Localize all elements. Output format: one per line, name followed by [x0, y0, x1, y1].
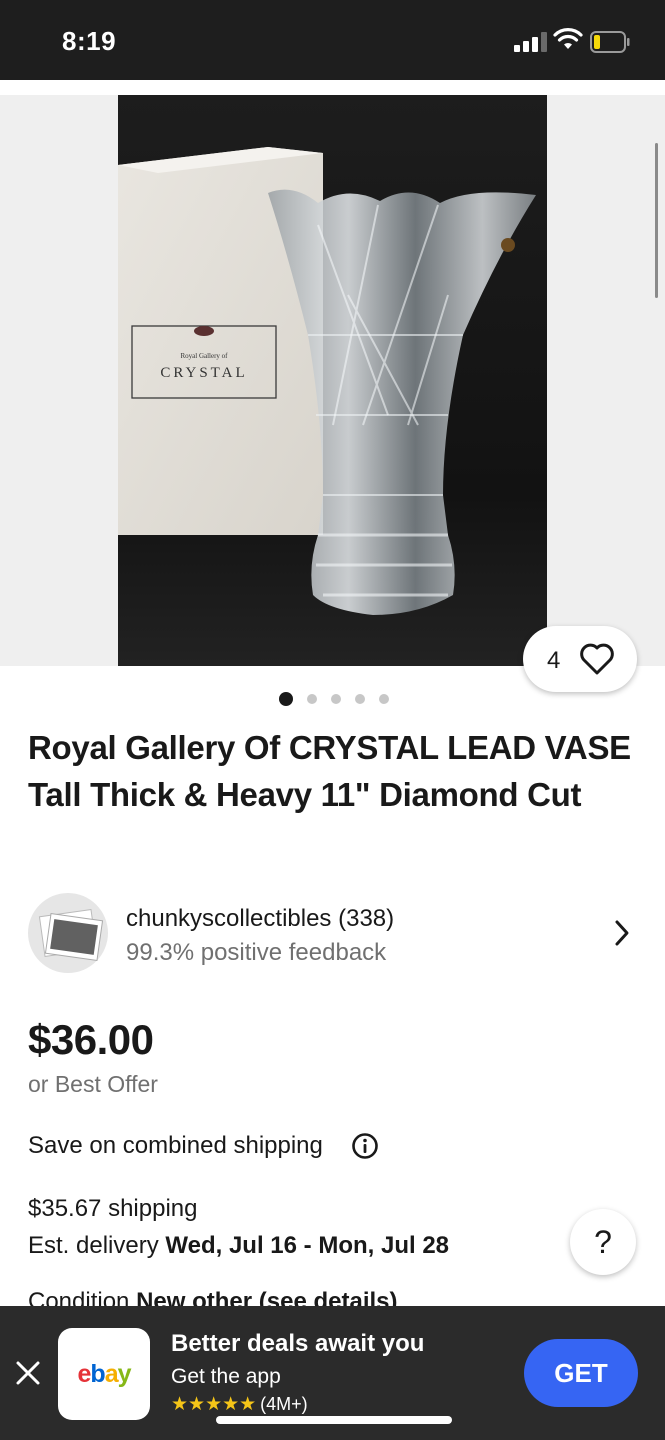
price: $36.00 [28, 1016, 154, 1063]
photo-placeholder-icon [38, 909, 104, 961]
logo-letter-b: b [90, 1360, 105, 1388]
combined-shipping-text: Save on combined shipping [28, 1132, 323, 1159]
watch-button[interactable]: 4 [523, 626, 637, 692]
carousel-dot[interactable] [331, 694, 341, 704]
rating-stars-icon: ★★★★★ [171, 1394, 257, 1415]
carousel-dot[interactable] [307, 694, 317, 704]
chevron-right-icon[interactable] [612, 919, 632, 947]
seller-feedback: 99.3% positive feedback [126, 939, 387, 966]
seller-info-row[interactable]: chunkyscollectibles (338) 99.3% positive… [28, 893, 640, 973]
wifi-icon [553, 28, 583, 49]
status-bar: 8:19 [0, 0, 665, 80]
shipping-cost: $35.67 shipping [28, 1195, 198, 1222]
carousel-pagination [279, 692, 399, 706]
scroll-indicator [655, 143, 658, 298]
watch-count: 4 [547, 647, 561, 674]
box-label-small: Royal Gallery of [180, 352, 228, 360]
cellular-signal-icon [514, 32, 548, 52]
carousel-dot-active[interactable] [279, 692, 293, 706]
carousel-dot[interactable] [355, 694, 365, 704]
delivery-prefix: Est. delivery [28, 1232, 166, 1259]
product-title: Royal Gallery Of CRYSTAL LEAD VASE Tall … [28, 729, 631, 813]
logo-letter-e: e [77, 1360, 92, 1388]
delivery-dates: Wed, Jul 16 - Mon, Jul 28 [165, 1232, 450, 1259]
box-label-large: CRYSTAL [160, 365, 247, 381]
close-icon[interactable] [14, 1359, 42, 1387]
home-indicator [216, 1416, 452, 1424]
estimated-delivery: Est. delivery Wed, Jul 16 - Mon, Jul 28 [28, 1232, 449, 1260]
seller-name[interactable]: chunkyscollectibles (338) [126, 905, 394, 933]
vase-photo-illustration: Royal Gallery of CRYSTAL [118, 95, 547, 666]
info-icon[interactable] [351, 1132, 379, 1160]
logo-letter-a: a [104, 1360, 119, 1388]
banner-subtitle: Get the app [171, 1365, 281, 1388]
best-offer-text: or Best Offer [28, 1071, 158, 1097]
seller-avatar [28, 893, 108, 973]
help-button[interactable]: ? [570, 1209, 636, 1275]
logo-letter-y: y [117, 1360, 132, 1388]
get-app-button[interactable]: GET [524, 1339, 638, 1407]
ebay-app-logo: ebay [58, 1328, 150, 1420]
app-rating: ★★★★★ (4M+) [171, 1393, 308, 1416]
product-image-carousel[interactable]: Royal Gallery of CRYSTAL [0, 95, 665, 666]
product-photo[interactable]: Royal Gallery of CRYSTAL [118, 95, 547, 666]
heart-icon [580, 643, 614, 675]
carousel-dot[interactable] [379, 694, 389, 704]
battery-icon [590, 31, 630, 53]
banner-title: Better deals await you [171, 1330, 425, 1357]
rating-count: (4M+) [260, 1394, 308, 1414]
condition-label: Condition [28, 1288, 130, 1308]
condition-value: New other (see details) [136, 1288, 398, 1308]
status-time: 8:19 [62, 26, 117, 56]
condition-row: Condition New other (see details) [28, 1288, 398, 1308]
